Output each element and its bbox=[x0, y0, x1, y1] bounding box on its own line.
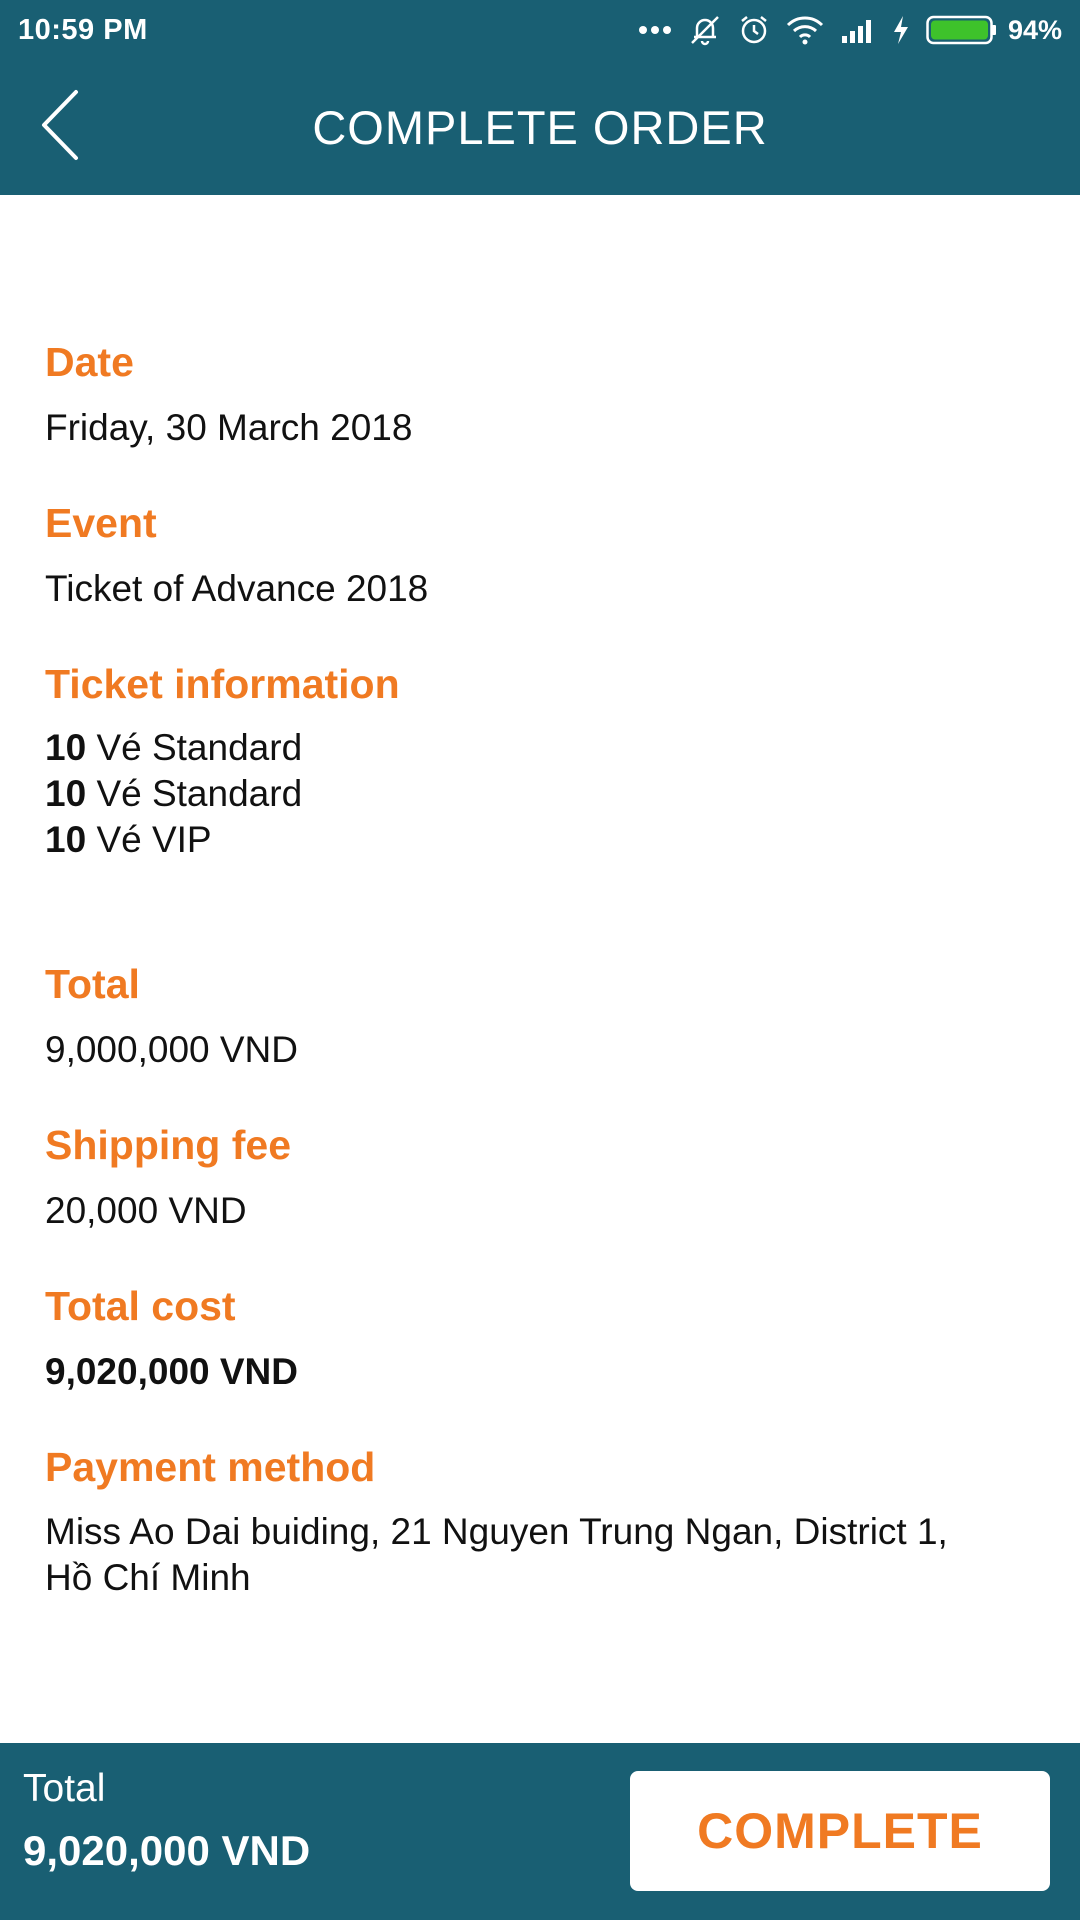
shipping-fee-value: 20,000 VND bbox=[45, 1190, 247, 1231]
payment-method-label: Payment method bbox=[45, 1444, 376, 1490]
event-label: Event bbox=[45, 500, 157, 546]
status-time: 10:59 PM bbox=[18, 14, 148, 46]
ticket-list: 10 Vé Standard 10 Vé Standard 10 Vé VIP bbox=[45, 725, 302, 863]
ticket-name: Vé VIP bbox=[96, 819, 212, 860]
signal-icon bbox=[840, 16, 876, 44]
ticket-qty: 10 bbox=[45, 727, 87, 768]
page-title: COMPLETE ORDER bbox=[312, 101, 768, 154]
ticket-qty: 10 bbox=[45, 819, 87, 860]
mute-icon bbox=[688, 13, 722, 47]
payment-method-value: Miss Ao Dai buiding, 21 Nguyen Trung Nga… bbox=[45, 1509, 948, 1601]
ticket-info-label: Ticket information bbox=[45, 661, 400, 707]
wifi-icon bbox=[786, 15, 824, 45]
ticket-name: Vé Standard bbox=[96, 773, 303, 814]
footer-total-value: 9,020,000 VND bbox=[23, 1827, 311, 1874]
ticket-item: 10 Vé VIP bbox=[45, 817, 302, 863]
ticket-name: Vé Standard bbox=[96, 727, 303, 768]
charging-icon bbox=[892, 15, 910, 45]
total-cost-label: Total cost bbox=[45, 1283, 236, 1329]
battery-percent: 94% bbox=[1007, 14, 1062, 45]
ticket-qty: 10 bbox=[45, 773, 87, 814]
shipping-fee-label: Shipping fee bbox=[45, 1122, 291, 1168]
bottom-bar: Total 9,020,000 VND COMPLETE bbox=[0, 1743, 1080, 1920]
battery-icon bbox=[926, 15, 998, 45]
status-bar: 10:59 PM 94% bbox=[0, 0, 1080, 60]
footer-total-label: Total bbox=[23, 1767, 106, 1810]
total-cost-value: 9,020,000 VND bbox=[45, 1351, 299, 1392]
ticket-item: 10 Vé Standard bbox=[45, 771, 302, 817]
alarm-icon bbox=[738, 14, 770, 46]
payment-address-line2: Hồ Chí Minh bbox=[45, 1557, 251, 1598]
total-label: Total bbox=[45, 961, 140, 1007]
status-icons: 94% bbox=[622, 10, 1062, 50]
event-value: Ticket of Advance 2018 bbox=[45, 568, 429, 609]
payment-address-line1: Miss Ao Dai buiding, 21 Nguyen Trung Nga… bbox=[45, 1511, 948, 1552]
complete-order-screen: 10:59 PM 94% COMPLETE ORDER Date Friday,… bbox=[0, 0, 1080, 1920]
total-value: 9,000,000 VND bbox=[45, 1029, 299, 1070]
more-dots-icon bbox=[638, 25, 672, 35]
complete-button[interactable]: COMPLETE bbox=[630, 1771, 1050, 1891]
ticket-item: 10 Vé Standard bbox=[45, 725, 302, 771]
date-value: Friday, 30 March 2018 bbox=[45, 407, 413, 448]
app-bar: COMPLETE ORDER bbox=[0, 60, 1080, 195]
date-label: Date bbox=[45, 339, 134, 385]
